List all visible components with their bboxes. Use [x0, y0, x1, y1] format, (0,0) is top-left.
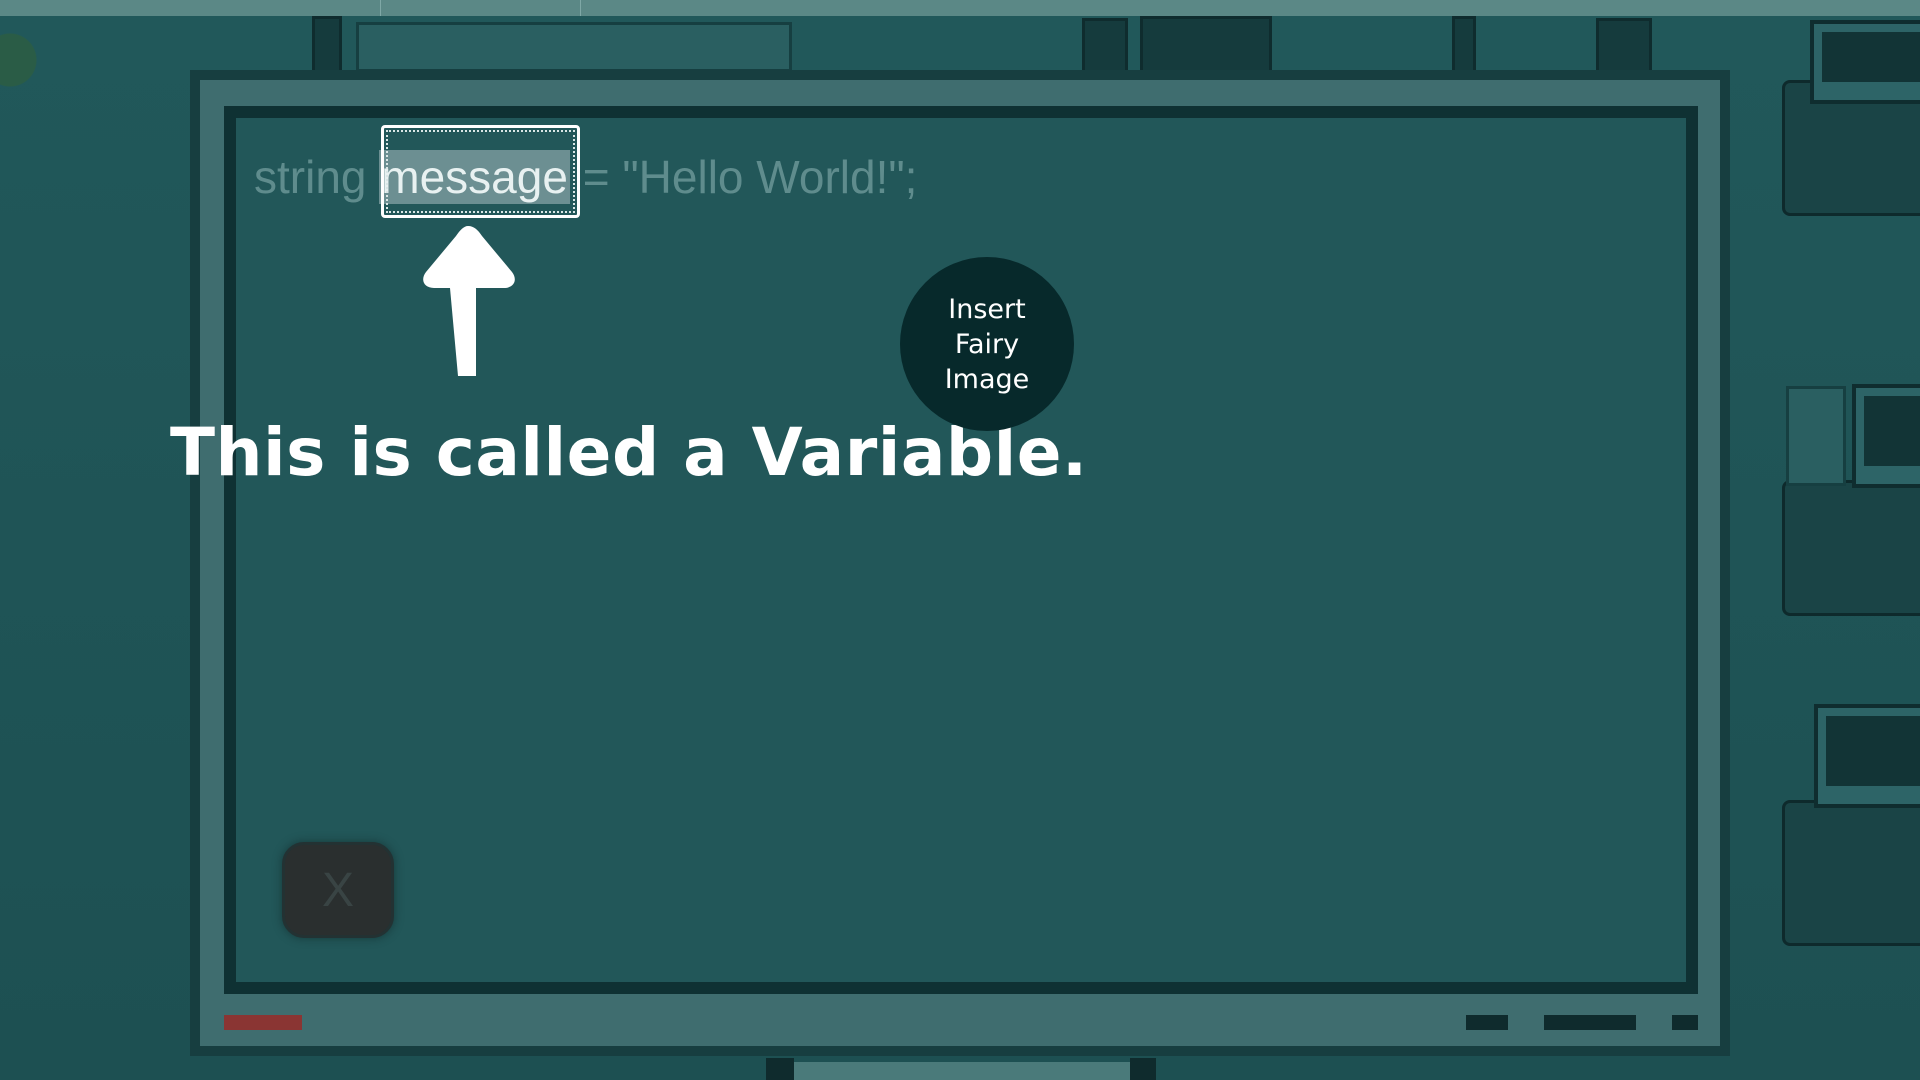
- wall-panel: [312, 16, 342, 76]
- fairy-placeholder-text: Insert Fairy Image: [944, 293, 1030, 395]
- computer-monitor: [1810, 20, 1920, 104]
- computer-tower: [1786, 386, 1846, 486]
- desk: [1782, 480, 1920, 616]
- close-button[interactable]: X: [282, 842, 394, 938]
- plant-decoration: [0, 20, 48, 150]
- close-icon: X: [321, 863, 354, 917]
- desk: [1782, 800, 1920, 946]
- board-stand-leg: [766, 1058, 794, 1080]
- variable-highlight-box: [381, 125, 580, 218]
- top-bar-tick: [380, 0, 381, 16]
- wall-panel: [1452, 16, 1476, 76]
- board-stand-base: [794, 1062, 1130, 1080]
- code-example: string message = "Hello World!";: [254, 150, 917, 204]
- chalk-piece: [1544, 1015, 1636, 1030]
- top-bar-tick: [580, 0, 581, 16]
- chalk-piece: [1672, 1015, 1698, 1030]
- chalk-piece: [1466, 1015, 1508, 1030]
- fairy-image-placeholder: Insert Fairy Image: [900, 257, 1074, 431]
- top-bar: [0, 0, 1920, 16]
- up-arrow-icon: [423, 226, 515, 376]
- wall-cabinet: [1082, 18, 1128, 76]
- code-assignment: = "Hello World!";: [582, 151, 918, 203]
- chalk-eraser-red: [224, 1015, 302, 1030]
- board-stand-leg: [1130, 1058, 1156, 1080]
- computer-monitor: [1814, 704, 1920, 808]
- wall-shelf: [356, 22, 792, 72]
- wall-cabinet: [1596, 18, 1652, 76]
- lesson-caption: This is called a Variable.: [170, 414, 1088, 491]
- computer-monitor: [1852, 384, 1920, 488]
- wall-panel: [1140, 16, 1272, 76]
- code-keyword: string: [254, 151, 367, 203]
